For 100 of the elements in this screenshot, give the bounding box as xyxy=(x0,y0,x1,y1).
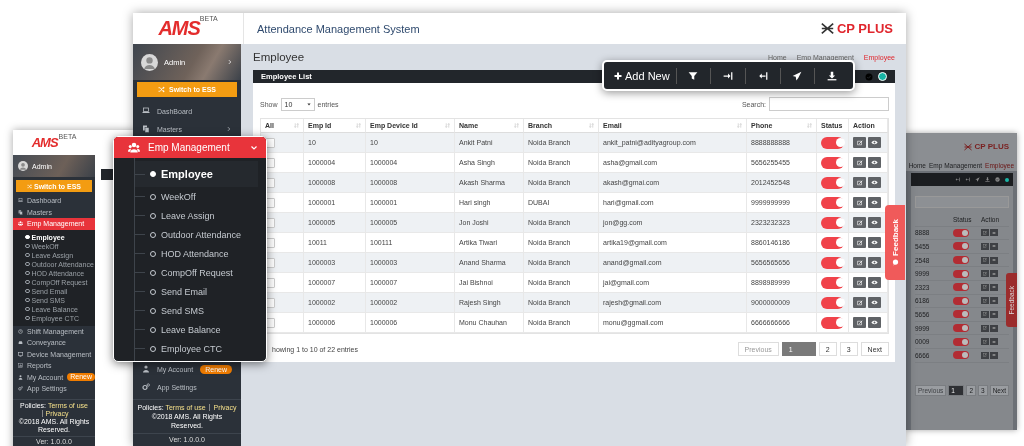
edit-icon xyxy=(856,319,863,326)
users-icon xyxy=(128,141,140,154)
filter-icon xyxy=(688,70,699,81)
menu-header[interactable]: Emp Management xyxy=(114,137,266,158)
eye-icon xyxy=(871,259,878,266)
submenu-item[interactable]: WeekOff xyxy=(135,187,266,206)
edit-button[interactable] xyxy=(853,317,866,328)
view-button[interactable] xyxy=(868,237,881,248)
status-toggle[interactable] xyxy=(953,296,969,305)
monitor-icon xyxy=(18,351,23,357)
view-button[interactable] xyxy=(868,137,881,148)
edit-button[interactable] xyxy=(853,177,866,188)
sort-icon xyxy=(589,123,594,128)
edit-button[interactable] xyxy=(853,237,866,248)
view-button[interactable] xyxy=(868,257,881,268)
edit-button[interactable] xyxy=(853,217,866,228)
view-button[interactable] xyxy=(868,317,881,328)
status-toggle[interactable] xyxy=(821,216,844,229)
view-button[interactable] xyxy=(990,256,998,264)
view-button[interactable] xyxy=(990,324,998,332)
chat-icon xyxy=(891,258,899,266)
status-toggle[interactable] xyxy=(953,310,969,319)
status-dot xyxy=(878,72,887,81)
status-toggle[interactable] xyxy=(953,242,969,251)
shuffle-icon xyxy=(157,86,165,93)
edit-button[interactable] xyxy=(981,256,989,264)
edit-button[interactable] xyxy=(981,351,989,359)
status-toggle[interactable] xyxy=(821,156,844,169)
view-button[interactable] xyxy=(868,157,881,168)
view-button[interactable] xyxy=(868,177,881,188)
person-icon xyxy=(18,374,23,380)
shuffle-icon xyxy=(26,183,32,189)
edit-icon xyxy=(983,244,987,249)
edit-icon xyxy=(856,259,863,266)
status-toggle[interactable] xyxy=(821,316,844,329)
status-toggle[interactable] xyxy=(953,228,969,237)
sort-icon xyxy=(294,123,299,128)
eye-icon xyxy=(871,319,878,326)
edit-button[interactable] xyxy=(981,270,989,278)
submenu-item[interactable]: Employee CTC xyxy=(135,339,266,358)
submenu-item[interactable]: Leave Balance xyxy=(135,320,266,339)
view-button[interactable] xyxy=(868,217,881,228)
feedback-label: Feedback xyxy=(890,219,900,256)
edit-button[interactable] xyxy=(853,297,866,308)
view-button[interactable] xyxy=(990,270,998,278)
edit-icon xyxy=(856,179,863,186)
view-button[interactable] xyxy=(990,283,998,291)
cp-logo-icon xyxy=(964,142,973,151)
view-button[interactable] xyxy=(868,297,881,308)
status-toggle[interactable] xyxy=(821,296,844,309)
edit-button[interactable] xyxy=(853,257,866,268)
status-toggle[interactable] xyxy=(821,276,844,289)
edit-button[interactable] xyxy=(853,137,866,148)
status-toggle[interactable] xyxy=(821,196,844,209)
edit-button[interactable] xyxy=(981,229,989,237)
view-button[interactable] xyxy=(990,243,998,250)
edit-button[interactable] xyxy=(853,157,866,168)
edit-button[interactable] xyxy=(981,324,989,332)
edit-button[interactable] xyxy=(853,277,866,288)
status-toggle[interactable] xyxy=(821,176,844,189)
view-button[interactable] xyxy=(990,338,998,346)
search-field[interactable] xyxy=(769,97,889,111)
status-toggle[interactable] xyxy=(953,256,969,265)
submenu-item[interactable]: Employee xyxy=(135,161,258,187)
eye-icon xyxy=(871,159,878,166)
submenu-item[interactable]: Send Email xyxy=(135,282,266,301)
edit-button[interactable] xyxy=(981,243,989,250)
edit-button[interactable] xyxy=(853,197,866,208)
edit-icon xyxy=(856,139,863,146)
status-toggle[interactable] xyxy=(953,269,969,278)
download-icon xyxy=(827,70,838,81)
submenu-item[interactable]: Send SMS xyxy=(135,301,266,320)
eye-icon xyxy=(871,179,878,186)
edit-button[interactable] xyxy=(981,338,989,346)
status-toggle[interactable] xyxy=(821,236,844,249)
submenu-item[interactable]: Leave Assign xyxy=(135,206,266,225)
edit-button[interactable] xyxy=(981,283,989,291)
chevron-down-icon xyxy=(250,143,258,152)
status-toggle[interactable] xyxy=(953,337,969,346)
add-new-button[interactable]: Add New xyxy=(608,63,676,88)
status-dot xyxy=(1005,177,1009,182)
submenu-item[interactable]: Outdoor Attendance xyxy=(135,225,266,244)
view-button[interactable] xyxy=(990,310,998,318)
view-button[interactable] xyxy=(868,197,881,208)
status-toggle[interactable] xyxy=(821,136,844,149)
sort-icon xyxy=(356,123,361,128)
edit-button[interactable] xyxy=(981,297,989,305)
view-button[interactable] xyxy=(990,297,998,305)
status-toggle[interactable] xyxy=(953,324,969,333)
view-button[interactable] xyxy=(868,277,881,288)
search-field[interactable] xyxy=(915,196,1009,208)
view-button[interactable] xyxy=(990,351,998,359)
submenu-item[interactable]: CompOff Request xyxy=(135,263,266,282)
submenu-item[interactable]: HOD Attendance xyxy=(135,244,266,263)
edit-button[interactable] xyxy=(981,310,989,318)
status-toggle[interactable] xyxy=(953,351,969,360)
status-toggle[interactable] xyxy=(821,256,844,269)
gears-icon xyxy=(18,386,23,392)
view-button[interactable] xyxy=(990,229,998,237)
status-toggle[interactable] xyxy=(953,283,969,292)
